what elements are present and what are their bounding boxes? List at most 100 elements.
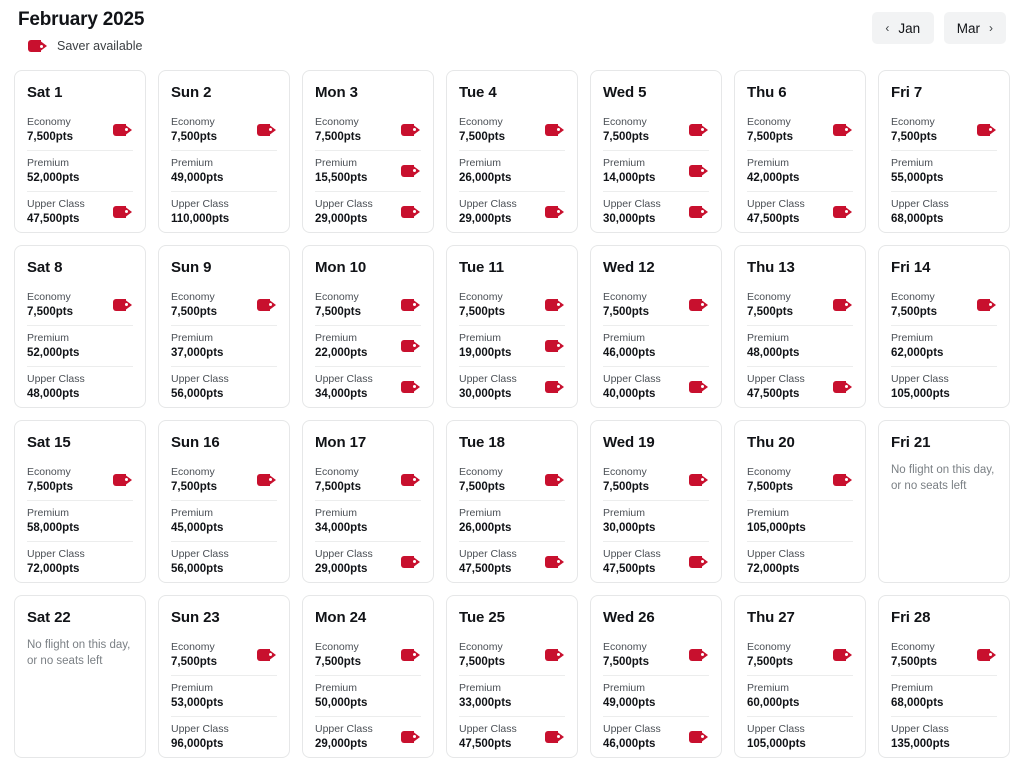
day-card[interactable]: Sun 2 Economy 7,500pts Premium 49,000pts Uppe… xyxy=(158,70,290,233)
fare-row[interactable]: Upper Class 96,000pts xyxy=(171,716,277,757)
fare-row[interactable]: Upper Class 29,000pts xyxy=(315,541,421,582)
fare-row[interactable]: Economy 7,500pts xyxy=(459,460,565,500)
fare-row[interactable]: Premium 49,000pts xyxy=(603,675,709,716)
fare-row[interactable]: Upper Class 40,000pts xyxy=(603,366,709,407)
fare-row[interactable]: Upper Class 29,000pts xyxy=(315,191,421,232)
fare-row[interactable]: Premium 19,000pts xyxy=(459,325,565,366)
fare-row[interactable]: Upper Class 135,000pts xyxy=(891,716,997,757)
fare-row[interactable]: Economy 7,500pts xyxy=(603,110,709,150)
day-card[interactable]: Wed 5 Economy 7,500pts Premium 14,000pts Uppe… xyxy=(590,70,722,233)
day-card[interactable]: Tue 4 Economy 7,500pts Premium 26,000pts Uppe… xyxy=(446,70,578,233)
fare-row[interactable]: Upper Class 105,000pts xyxy=(891,366,997,407)
fare-row[interactable]: Economy 7,500pts xyxy=(171,285,277,325)
fare-row[interactable]: Economy 7,500pts xyxy=(315,110,421,150)
fare-row[interactable]: Premium 68,000pts xyxy=(891,675,997,716)
fare-row[interactable]: Upper Class 47,500pts xyxy=(747,191,853,232)
fare-row[interactable]: Premium 45,000pts xyxy=(171,500,277,541)
fare-row[interactable]: Premium 62,000pts xyxy=(891,325,997,366)
fare-row[interactable]: Upper Class 47,500pts xyxy=(459,716,565,757)
day-card[interactable]: Tue 18 Economy 7,500pts Premium 26,000pts Upp… xyxy=(446,420,578,583)
fare-row[interactable]: Premium 49,000pts xyxy=(171,150,277,191)
fare-row[interactable]: Upper Class 68,000pts xyxy=(891,191,997,232)
fare-row[interactable]: Premium 52,000pts xyxy=(27,150,133,191)
day-card[interactable]: Tue 11 Economy 7,500pts Premium 19,000pts Upp… xyxy=(446,245,578,408)
day-card[interactable]: Sat 15 Economy 7,500pts Premium 58,000pts Upp… xyxy=(14,420,146,583)
fare-row[interactable]: Upper Class 47,500pts xyxy=(603,541,709,582)
day-card[interactable]: Thu 27 Economy 7,500pts Premium 60,000pts Upp… xyxy=(734,595,866,758)
fare-row[interactable]: Economy 7,500pts xyxy=(603,460,709,500)
fare-row[interactable]: Economy 7,500pts xyxy=(315,285,421,325)
fare-row[interactable]: Economy 7,500pts xyxy=(171,635,277,675)
fare-row[interactable]: Premium 48,000pts xyxy=(747,325,853,366)
day-card[interactable]: Thu 6 Economy 7,500pts Premium 42,000pts Uppe… xyxy=(734,70,866,233)
next-month-button[interactable]: Mar › xyxy=(943,12,1006,44)
fare-row[interactable]: Upper Class 56,000pts xyxy=(171,366,277,407)
day-card[interactable]: Tue 25 Economy 7,500pts Premium 33,000pts Upp… xyxy=(446,595,578,758)
day-card[interactable]: Sun 23 Economy 7,500pts Premium 53,000pts Upp… xyxy=(158,595,290,758)
fare-row[interactable]: Upper Class 110,000pts xyxy=(171,191,277,232)
fare-row[interactable]: Economy 7,500pts xyxy=(747,460,853,500)
fare-row[interactable]: Premium 53,000pts xyxy=(171,675,277,716)
fare-row[interactable]: Premium 42,000pts xyxy=(747,150,853,191)
day-card[interactable]: Fri 14 Economy 7,500pts Premium 62,000pts Upp… xyxy=(878,245,1010,408)
fare-row[interactable]: Upper Class 29,000pts xyxy=(315,716,421,757)
fare-row[interactable]: Upper Class 105,000pts xyxy=(747,716,853,757)
day-card[interactable]: Mon 10 Economy 7,500pts Premium 22,000pts Upp… xyxy=(302,245,434,408)
fare-row[interactable]: Economy 7,500pts xyxy=(603,635,709,675)
fare-row[interactable]: Premium 52,000pts xyxy=(27,325,133,366)
day-card[interactable]: Mon 17 Economy 7,500pts Premium 34,000pts Upp… xyxy=(302,420,434,583)
fare-row[interactable]: Premium 37,000pts xyxy=(171,325,277,366)
fare-row[interactable]: Upper Class 29,000pts xyxy=(459,191,565,232)
fare-row[interactable]: Upper Class 34,000pts xyxy=(315,366,421,407)
day-card[interactable]: Sat 1 Economy 7,500pts Premium 52,000pts Uppe… xyxy=(14,70,146,233)
fare-row[interactable]: Premium 14,000pts xyxy=(603,150,709,191)
fare-row[interactable]: Upper Class 56,000pts xyxy=(171,541,277,582)
day-card[interactable]: Wed 26 Economy 7,500pts Premium 49,000pts Upp… xyxy=(590,595,722,758)
fare-row[interactable]: Economy 7,500pts xyxy=(747,285,853,325)
fare-row[interactable]: Upper Class 72,000pts xyxy=(747,541,853,582)
day-card[interactable]: Wed 12 Economy 7,500pts Premium 46,000pts Upp… xyxy=(590,245,722,408)
day-card[interactable]: Thu 20 Economy 7,500pts Premium 105,000pts Up… xyxy=(734,420,866,583)
fare-row[interactable]: Premium 30,000pts xyxy=(603,500,709,541)
fare-row[interactable]: Economy 7,500pts xyxy=(459,110,565,150)
fare-row[interactable]: Economy 7,500pts xyxy=(459,635,565,675)
day-card[interactable]: Sat 22 No flight on this day, or no seats… xyxy=(14,595,146,758)
day-card[interactable]: Wed 19 Economy 7,500pts Premium 30,000pts Upp… xyxy=(590,420,722,583)
fare-row[interactable]: Economy 7,500pts xyxy=(747,110,853,150)
day-card[interactable]: Sat 8 Economy 7,500pts Premium 52,000pts Uppe… xyxy=(14,245,146,408)
day-card[interactable]: Sun 16 Economy 7,500pts Premium 45,000pts Upp… xyxy=(158,420,290,583)
fare-row[interactable]: Premium 26,000pts xyxy=(459,500,565,541)
fare-row[interactable]: Economy 7,500pts xyxy=(171,110,277,150)
fare-row[interactable]: Economy 7,500pts xyxy=(747,635,853,675)
day-card[interactable]: Thu 13 Economy 7,500pts Premium 48,000pts Upp… xyxy=(734,245,866,408)
day-card[interactable]: Fri 21 No flight on this day, or no seats… xyxy=(878,420,1010,583)
fare-row[interactable]: Economy 7,500pts xyxy=(891,635,997,675)
fare-row[interactable]: Premium 22,000pts xyxy=(315,325,421,366)
fare-row[interactable]: Economy 7,500pts xyxy=(27,460,133,500)
fare-row[interactable]: Premium 46,000pts xyxy=(603,325,709,366)
day-card[interactable]: Mon 24 Economy 7,500pts Premium 50,000pts Upp… xyxy=(302,595,434,758)
fare-row[interactable]: Upper Class 30,000pts xyxy=(603,191,709,232)
day-card[interactable]: Sun 9 Economy 7,500pts Premium 37,000pts Uppe… xyxy=(158,245,290,408)
fare-row[interactable]: Premium 55,000pts xyxy=(891,150,997,191)
fare-row[interactable]: Upper Class 72,000pts xyxy=(27,541,133,582)
previous-month-button[interactable]: ‹ Jan xyxy=(871,12,934,44)
fare-row[interactable]: Economy 7,500pts xyxy=(171,460,277,500)
fare-row[interactable]: Economy 7,500pts xyxy=(459,285,565,325)
fare-row[interactable]: Upper Class 47,500pts xyxy=(27,191,133,232)
fare-row[interactable]: Economy 7,500pts xyxy=(27,285,133,325)
fare-row[interactable]: Economy 7,500pts xyxy=(891,285,997,325)
fare-row[interactable]: Premium 26,000pts xyxy=(459,150,565,191)
fare-row[interactable]: Upper Class 30,000pts xyxy=(459,366,565,407)
fare-row[interactable]: Premium 105,000pts xyxy=(747,500,853,541)
fare-row[interactable]: Economy 7,500pts xyxy=(603,285,709,325)
fare-row[interactable]: Upper Class 46,000pts xyxy=(603,716,709,757)
fare-row[interactable]: Premium 58,000pts xyxy=(27,500,133,541)
fare-row[interactable]: Premium 60,000pts xyxy=(747,675,853,716)
day-card[interactable]: Fri 7 Economy 7,500pts Premium 55,000pts Uppe… xyxy=(878,70,1010,233)
day-card[interactable]: Fri 28 Economy 7,500pts Premium 68,000pts Upp… xyxy=(878,595,1010,758)
fare-row[interactable]: Premium 15,500pts xyxy=(315,150,421,191)
fare-row[interactable]: Economy 7,500pts xyxy=(315,460,421,500)
fare-row[interactable]: Economy 7,500pts xyxy=(315,635,421,675)
fare-row[interactable]: Economy 7,500pts xyxy=(27,110,133,150)
